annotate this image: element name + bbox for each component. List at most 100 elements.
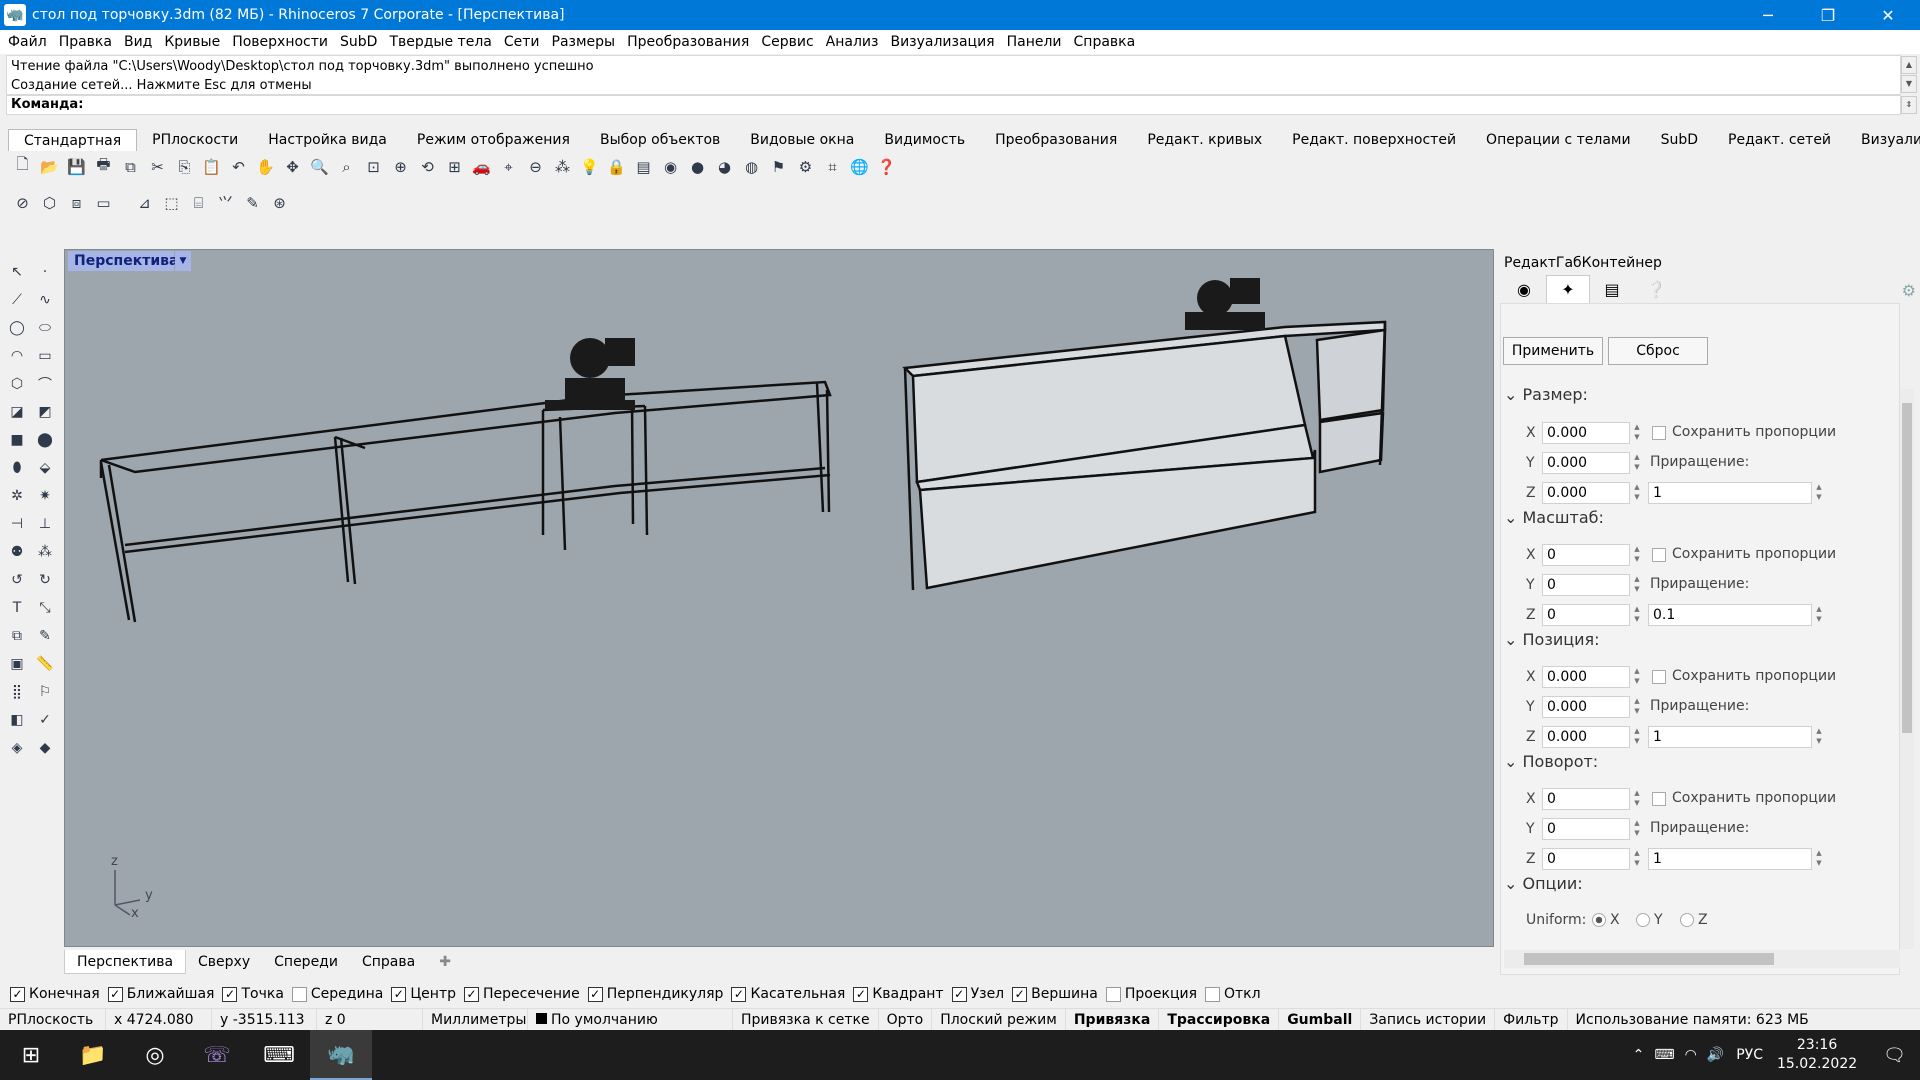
spinner-icon[interactable]: ▲ ▼ bbox=[1812, 604, 1826, 626]
new-file-icon[interactable]: 🗋 bbox=[10, 154, 35, 179]
rotation-increment-field[interactable]: 1 bbox=[1648, 848, 1812, 870]
rotation-y-field[interactable]: 0 bbox=[1542, 818, 1630, 840]
tab-solid-tools[interactable]: Операции с телами bbox=[1471, 129, 1646, 151]
cut-icon[interactable]: ✂ bbox=[145, 154, 170, 179]
menu-file[interactable]: Файл bbox=[4, 34, 51, 50]
menu-view[interactable]: Вид bbox=[120, 34, 156, 50]
cube-icon[interactable]: ◈ bbox=[3, 734, 31, 762]
layout-icon[interactable]: ⧈ bbox=[64, 190, 89, 215]
position-increment-field[interactable]: 1 bbox=[1648, 726, 1812, 748]
spinner-icon[interactable]: ▲ ▼ bbox=[1630, 666, 1644, 688]
horizontal-scrollbar[interactable] bbox=[1504, 950, 1900, 968]
osnap-checkbox[interactable]: ✓ bbox=[1012, 986, 1028, 1002]
tab-visibility[interactable]: Видимость bbox=[869, 129, 980, 151]
tab-set-view[interactable]: Настройка вида bbox=[253, 129, 402, 151]
menu-subd[interactable]: SubD bbox=[336, 34, 381, 50]
analysis-icon[interactable]: ◧ bbox=[3, 706, 31, 734]
status-planar[interactable]: Плоский режим bbox=[932, 1008, 1066, 1031]
osnap-checkbox[interactable]: ✓ bbox=[587, 986, 603, 1002]
rectangle-icon[interactable]: ▭ bbox=[31, 342, 59, 370]
fillet-icon[interactable]: ↺ bbox=[3, 566, 31, 594]
select-point-icon[interactable]: ⁂ bbox=[550, 154, 575, 179]
pen-icon[interactable]: ✎ bbox=[240, 190, 265, 215]
menu-curves[interactable]: Кривые bbox=[160, 34, 224, 50]
menu-transform[interactable]: Преобразования bbox=[623, 34, 753, 50]
volume-icon[interactable]: 🔊 bbox=[1707, 1047, 1724, 1063]
spinner-icon[interactable]: ▲ ▼ bbox=[1630, 452, 1644, 474]
layers-icon[interactable]: ▤ bbox=[631, 154, 656, 179]
position-y-field[interactable]: 0.000 bbox=[1542, 696, 1630, 718]
loft-icon[interactable]: ◩ bbox=[31, 398, 59, 426]
command-line[interactable]: Команда: ⇕ bbox=[6, 95, 1917, 115]
osnap-option[interactable]: ✓ Пересечение bbox=[464, 986, 580, 1002]
uniform-z-radio[interactable] bbox=[1680, 913, 1694, 927]
cylinder-icon[interactable]: ⬮ bbox=[3, 454, 31, 482]
polyline-icon[interactable]: ⟋ bbox=[3, 286, 31, 314]
osnap-option[interactable]: ✓ Узел bbox=[951, 986, 1004, 1002]
spinner-icon[interactable]: ▲ ▼ bbox=[1630, 726, 1644, 748]
cplane-icon[interactable]: ⊖ bbox=[523, 154, 548, 179]
scale-x-field[interactable]: 0 bbox=[1542, 544, 1630, 566]
status-layer[interactable]: По умолчанию bbox=[528, 1008, 733, 1031]
position-section-toggle[interactable]: ⌄ Позиция: bbox=[1504, 630, 1600, 649]
rotation-section-toggle[interactable]: ⌄ Поворот: bbox=[1504, 752, 1598, 771]
status-smarttrack[interactable]: Трассировка bbox=[1159, 1008, 1280, 1031]
vptab-top[interactable]: Сверху bbox=[186, 950, 262, 974]
notifications-icon[interactable]: 🗨 bbox=[1883, 1045, 1906, 1066]
size-increment-field[interactable]: 1 bbox=[1648, 482, 1812, 504]
paint-icon[interactable]: ◆ bbox=[31, 734, 59, 762]
block-icon[interactable]: ⁂ bbox=[31, 538, 59, 566]
mesh-tool-icon[interactable]: ✲ bbox=[3, 482, 31, 510]
explode-icon[interactable]: ✷ bbox=[31, 482, 59, 510]
menu-dimensions[interactable]: Размеры bbox=[548, 34, 620, 50]
ellipse-icon[interactable]: ⬭ bbox=[31, 314, 59, 342]
menu-panels[interactable]: Панели bbox=[1003, 34, 1066, 50]
spinner-icon[interactable]: ▲ ▼ bbox=[1630, 482, 1644, 504]
menu-mesh[interactable]: Сети bbox=[500, 34, 544, 50]
vertical-scrollbar[interactable] bbox=[1900, 389, 1914, 949]
pattern-icon[interactable]: ⌸ bbox=[186, 190, 211, 215]
osnap-option[interactable]: ✓ Перпендикуляр bbox=[587, 986, 723, 1002]
zoom-icon[interactable]: 🔍 bbox=[307, 154, 332, 179]
color-wheel-tab-icon[interactable]: ◉ bbox=[1502, 275, 1546, 303]
point-icon[interactable]: · bbox=[31, 258, 59, 286]
osnap-checkbox[interactable] bbox=[291, 986, 307, 1002]
keep-proportions-checkbox[interactable] bbox=[1652, 548, 1666, 562]
keep-proportions-checkbox[interactable] bbox=[1652, 670, 1666, 684]
spinner-icon[interactable]: ▲ ▼ bbox=[1630, 574, 1644, 596]
chamfer-icon[interactable]: ↻ bbox=[31, 566, 59, 594]
position-x-field[interactable]: 0.000 bbox=[1542, 666, 1630, 688]
box-icon[interactable]: ⬚ bbox=[159, 190, 184, 215]
osnap-checkbox[interactable]: ✓ bbox=[951, 986, 967, 1002]
scroll-down-icon[interactable]: ▼ bbox=[1901, 75, 1917, 93]
split-icon[interactable]: ⊥ bbox=[31, 510, 59, 538]
status-record-history[interactable]: Запись истории bbox=[1361, 1008, 1496, 1031]
render-tool-icon[interactable]: ⚐ bbox=[31, 678, 59, 706]
menu-solids[interactable]: Твердые тела bbox=[385, 34, 495, 50]
lock-icon[interactable]: 🔒 bbox=[604, 154, 629, 179]
osnap-checkbox[interactable]: ✓ bbox=[107, 986, 123, 1002]
osnap-option[interactable]: ✓ Квадрант bbox=[853, 986, 944, 1002]
globe-icon[interactable]: 🌐 bbox=[847, 154, 872, 179]
surface-icon[interactable]: ◪ bbox=[3, 398, 31, 426]
tab-viewport-layout[interactable]: Видовые окна bbox=[735, 129, 869, 151]
chrome-icon[interactable]: ◎ bbox=[124, 1030, 186, 1080]
tab-surface-tools[interactable]: Редакт. поверхностей bbox=[1277, 129, 1471, 151]
help-icon[interactable]: ❓ bbox=[874, 154, 899, 179]
trim-icon[interactable]: ⊣ bbox=[3, 510, 31, 538]
scale-section-toggle[interactable]: ⌄ Масштаб: bbox=[1504, 508, 1604, 527]
flag-icon[interactable]: ⚑ bbox=[766, 154, 791, 179]
layers-tab-icon[interactable]: ▤ bbox=[1590, 275, 1634, 303]
vptab-right[interactable]: Справа bbox=[350, 950, 427, 974]
rhino-taskbar-icon[interactable]: 🦏 bbox=[310, 1030, 372, 1080]
panel-icon[interactable]: ▭ bbox=[91, 190, 116, 215]
osnap-checkbox[interactable]: ✓ bbox=[731, 986, 747, 1002]
open-file-icon[interactable]: 📂 bbox=[37, 154, 62, 179]
zoom-window-icon[interactable]: ⌕ bbox=[334, 154, 359, 179]
osnap-option[interactable]: Откл bbox=[1205, 986, 1261, 1002]
status-cplane[interactable]: РПлоскость bbox=[0, 1008, 106, 1031]
select-arrow-icon[interactable]: ↖ bbox=[3, 258, 31, 286]
osnap-checkbox[interactable] bbox=[1105, 986, 1121, 1002]
tab-subd[interactable]: SubD bbox=[1646, 129, 1713, 151]
scroll-up-icon[interactable]: ▲ bbox=[1901, 56, 1917, 74]
